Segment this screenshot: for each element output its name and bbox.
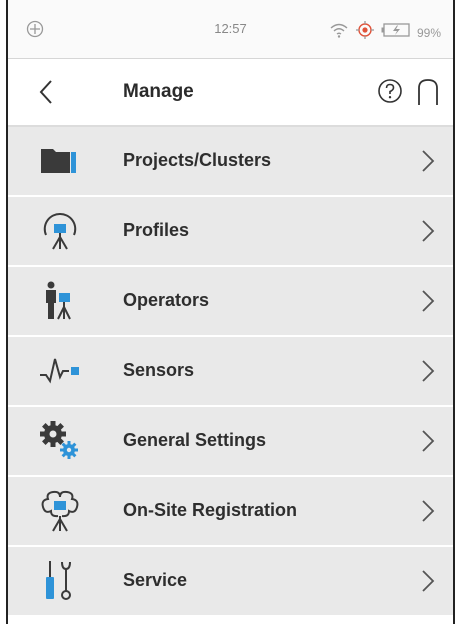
- service-icon: [38, 559, 82, 603]
- chevron-right-icon: [421, 499, 435, 528]
- header-bar: Manage: [8, 59, 453, 127]
- profile-icon: [38, 209, 82, 253]
- menu-item-label: Service: [123, 570, 188, 590]
- status-bar: 12:57 99%: [8, 0, 453, 59]
- page-title: Manage: [123, 81, 194, 102]
- manage-menu: Projects/Clusters Profiles Operators Sen…: [8, 127, 453, 617]
- menu-item-projects[interactable]: Projects/Clusters: [8, 127, 453, 197]
- sensor-icon: [38, 349, 82, 393]
- help-icon[interactable]: [377, 78, 403, 109]
- menu-item-label: Operators: [123, 290, 210, 310]
- gears-icon: [38, 419, 82, 463]
- battery-percent: 99%: [416, 25, 441, 40]
- operator-icon: [38, 279, 82, 323]
- menu-item-operators[interactable]: Operators: [8, 267, 453, 337]
- chevron-right-icon: [421, 359, 435, 388]
- chevron-right-icon: [421, 289, 435, 318]
- menu-item-label: Projects/Clusters: [123, 150, 272, 170]
- folder-icon: [38, 139, 82, 183]
- chevron-right-icon: [421, 149, 435, 178]
- menu-item-general-settings[interactable]: General Settings: [8, 407, 453, 477]
- menu-item-label: Profiles: [123, 220, 190, 240]
- menu-item-profiles[interactable]: Profiles: [8, 197, 453, 267]
- menu-item-sensors[interactable]: Sensors: [8, 337, 453, 407]
- menu-item-label: General Settings: [123, 430, 267, 450]
- menu-item-service[interactable]: Service: [8, 547, 453, 617]
- menu-item-label: On-Site Registration: [123, 500, 298, 520]
- chevron-right-icon: [421, 219, 435, 248]
- device-frame: 12:57 99% Manage Projects/Clusters Profi…: [6, 0, 455, 624]
- chevron-right-icon: [421, 569, 435, 598]
- registration-icon: [38, 489, 82, 533]
- battery-icon: [381, 22, 411, 43]
- chevron-right-icon: [421, 429, 435, 458]
- home-icon[interactable]: [417, 78, 439, 111]
- location-icon: [355, 20, 375, 45]
- menu-item-on-site-registration[interactable]: On-Site Registration: [8, 477, 453, 547]
- wifi-icon: [329, 22, 349, 43]
- back-icon[interactable]: [38, 79, 54, 110]
- menu-item-label: Sensors: [123, 360, 195, 380]
